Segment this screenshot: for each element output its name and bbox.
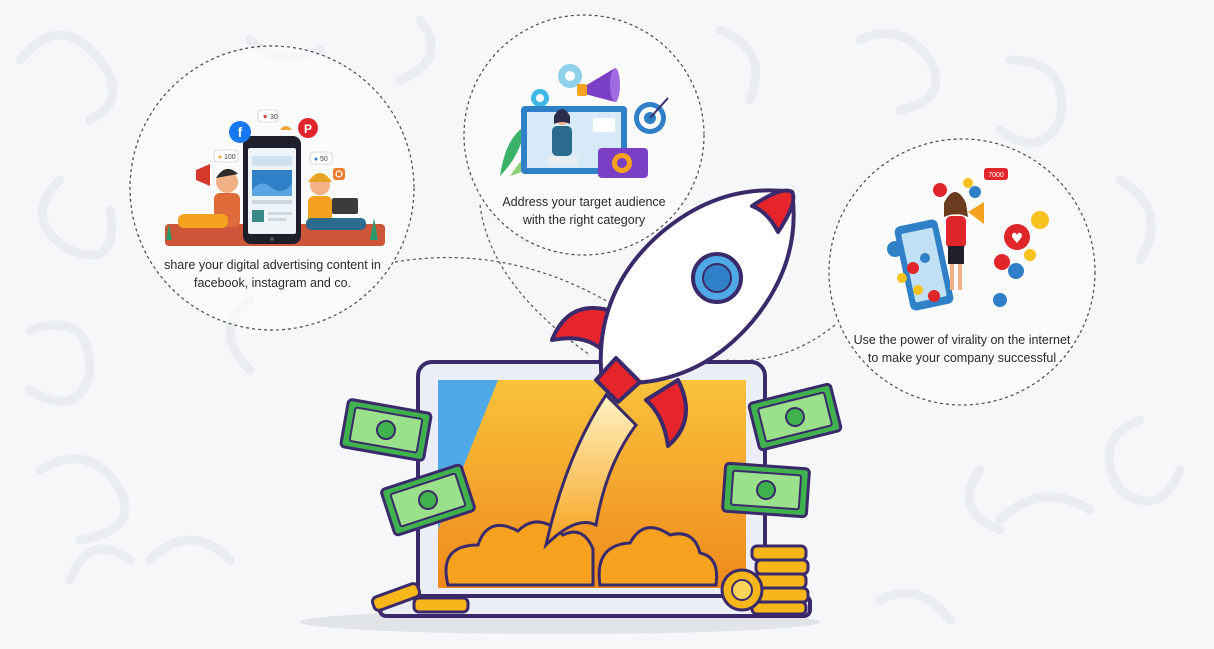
- instagram-icon: [333, 168, 345, 180]
- svg-text:♥: ♥: [1011, 231, 1024, 247]
- social-caption: share your digital advertising content i…: [150, 256, 395, 292]
- virality-caption: Use the power of virality on the interne…: [846, 331, 1078, 367]
- svg-text:P: P: [304, 122, 312, 136]
- badge-likes-a: 30: [270, 114, 278, 121]
- svg-text:f: f: [238, 124, 243, 140]
- audience-caption: Address your target audience with the ri…: [484, 193, 684, 229]
- svg-text:●: ●: [314, 156, 318, 163]
- social-caption-line2: facebook, instagram and co.: [193, 276, 352, 290]
- virality-caption-line2: to make your company successful: [867, 351, 1057, 365]
- badge-likes-c: 50: [320, 156, 328, 163]
- svg-text:●: ●: [218, 154, 222, 161]
- svg-text:♥: ♥: [263, 114, 267, 121]
- camera-icon: [598, 148, 648, 178]
- virality-caption-line1: Use the power of virality on the interne…: [853, 333, 1071, 347]
- audience-caption-line1: Address your target audience: [502, 195, 666, 209]
- illustration-canvas: f P ♥ 30 ● 100 ● 50 7000 ♥: [15, 14, 1185, 634]
- social-caption-line1: share your digital advertising content i…: [164, 258, 381, 272]
- audience-caption-line2: with the right category: [522, 213, 646, 227]
- marketing-illustration: f P ♥ 30 ● 100 ● 50 7000 ♥ share your di…: [0, 0, 1214, 649]
- viral-count-badge: 7000: [988, 172, 1004, 179]
- badge-likes-b: 100: [224, 154, 236, 161]
